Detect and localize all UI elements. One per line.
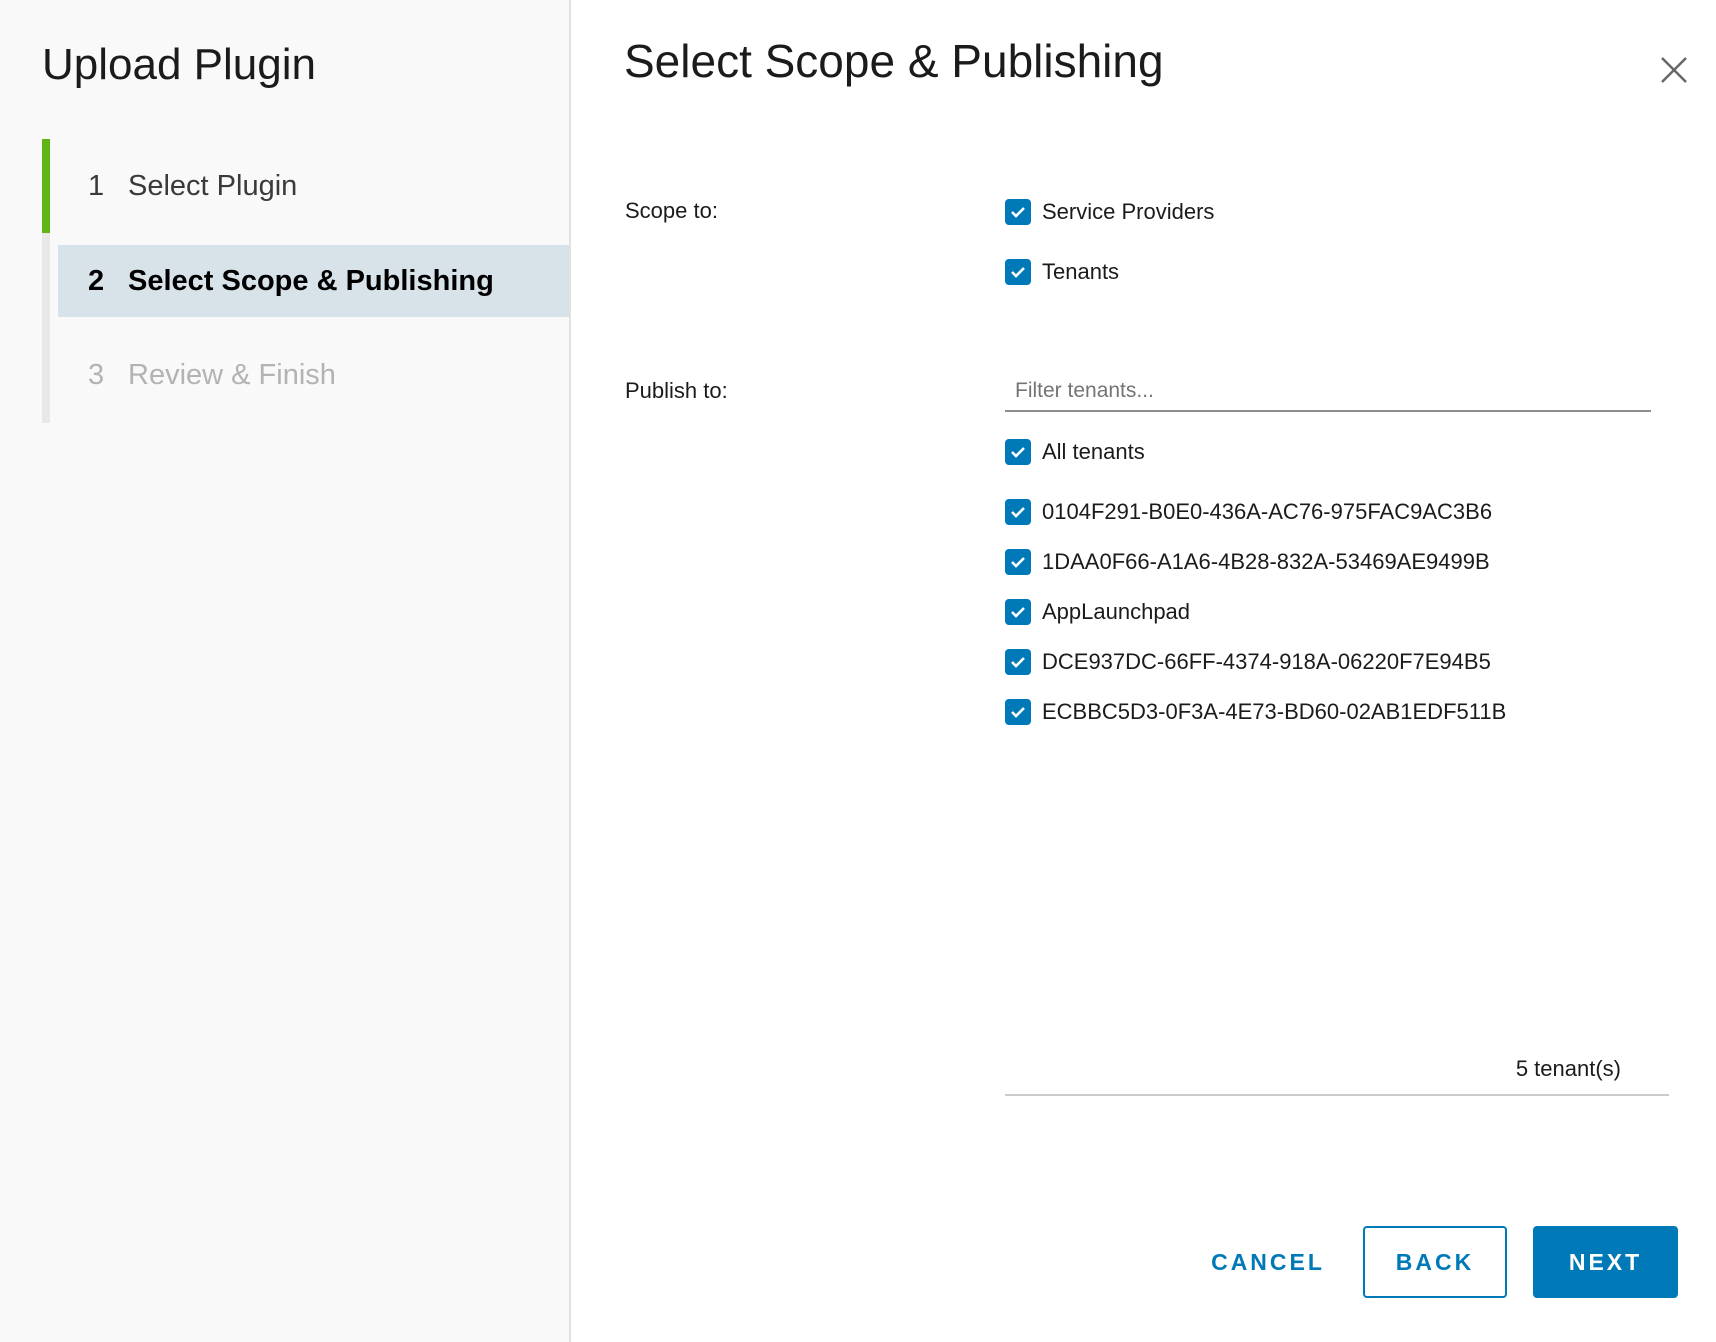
tenant-list-footer: 5 tenant(s) xyxy=(1005,1050,1669,1096)
tenant-checkbox[interactable]: DCE937DC-66FF-4374-918A-06220F7E94B5 xyxy=(1005,648,1491,676)
wizard-title: Upload Plugin xyxy=(42,40,316,89)
scope-label: Scope to: xyxy=(625,198,718,223)
checkmark-icon[interactable] xyxy=(1005,549,1031,575)
close-button[interactable] xyxy=(1654,50,1694,90)
checkbox-label: AppLaunchpad xyxy=(1042,599,1191,624)
filter-tenants-input[interactable] xyxy=(1005,372,1651,412)
all-tenants-checkbox[interactable]: All tenants xyxy=(1005,438,1145,466)
checkbox-label: All tenants xyxy=(1042,439,1145,464)
cancel-button[interactable]: CANCEL xyxy=(1198,1226,1338,1298)
tenant-checkbox[interactable]: 1DAA0F66-A1A6-4B28-832A-53469AE9499B xyxy=(1005,548,1490,576)
step-select-scope-publishing[interactable]: 2 Select Scope & Publishing xyxy=(58,245,569,317)
checkmark-icon[interactable] xyxy=(1005,599,1031,625)
checkbox-label: Tenants xyxy=(1042,259,1120,284)
step-label: Select Plugin xyxy=(128,169,298,202)
step-number: 3 xyxy=(88,358,105,391)
wizard-steps: 1 Select Plugin 2 Select Scope & Publish… xyxy=(42,139,569,423)
checkmark-icon[interactable] xyxy=(1005,439,1031,465)
step-number: 1 xyxy=(88,169,105,202)
back-button[interactable]: BACK xyxy=(1363,1226,1507,1298)
checkmark-icon[interactable] xyxy=(1005,649,1031,675)
scope-tenants-checkbox[interactable]: Tenants xyxy=(1005,258,1119,286)
tenant-count: 5 tenant(s) xyxy=(1515,1056,1621,1081)
checkmark-icon[interactable] xyxy=(1005,699,1031,725)
page-title: Select Scope & Publishing xyxy=(624,35,1164,87)
checkmark-icon[interactable] xyxy=(1005,199,1031,225)
step-number: 2 xyxy=(88,264,105,297)
next-button[interactable]: NEXT xyxy=(1533,1226,1678,1298)
step-label: Select Scope & Publishing xyxy=(128,264,494,297)
step-label: Review & Finish xyxy=(128,358,336,391)
step-review-finish[interactable]: 3 Review & Finish xyxy=(58,339,569,411)
tenant-checkbox[interactable]: 0104F291-B0E0-436A-AC76-975FAC9AC3B6 xyxy=(1005,498,1492,526)
step-select-plugin[interactable]: 1 Select Plugin xyxy=(58,150,569,222)
checkbox-label: ECBBC5D3-0F3A-4E73-BD60-02AB1EDF511B xyxy=(1042,699,1507,724)
checkbox-label: 1DAA0F66-A1A6-4B28-832A-53469AE9499B xyxy=(1042,549,1490,574)
checkbox-label: 0104F291-B0E0-436A-AC76-975FAC9AC3B6 xyxy=(1042,499,1493,524)
tenant-checkbox[interactable]: ECBBC5D3-0F3A-4E73-BD60-02AB1EDF511B xyxy=(1005,698,1506,726)
checkbox-label: DCE937DC-66FF-4374-918A-06220F7E94B5 xyxy=(1042,649,1491,674)
checkmark-icon[interactable] xyxy=(1005,259,1031,285)
wizard-sidebar: Upload Plugin 1 Select Plugin 2 Select S… xyxy=(0,0,571,1342)
checkbox-label: Service Providers xyxy=(1042,199,1215,224)
checkmark-icon[interactable] xyxy=(1005,499,1031,525)
tenant-checkbox[interactable]: AppLaunchpad xyxy=(1005,598,1190,626)
step-progress-complete xyxy=(42,139,50,233)
scope-service-providers-checkbox[interactable]: Service Providers xyxy=(1005,198,1214,226)
publish-label: Publish to: xyxy=(625,378,728,403)
close-icon xyxy=(1661,57,1687,83)
